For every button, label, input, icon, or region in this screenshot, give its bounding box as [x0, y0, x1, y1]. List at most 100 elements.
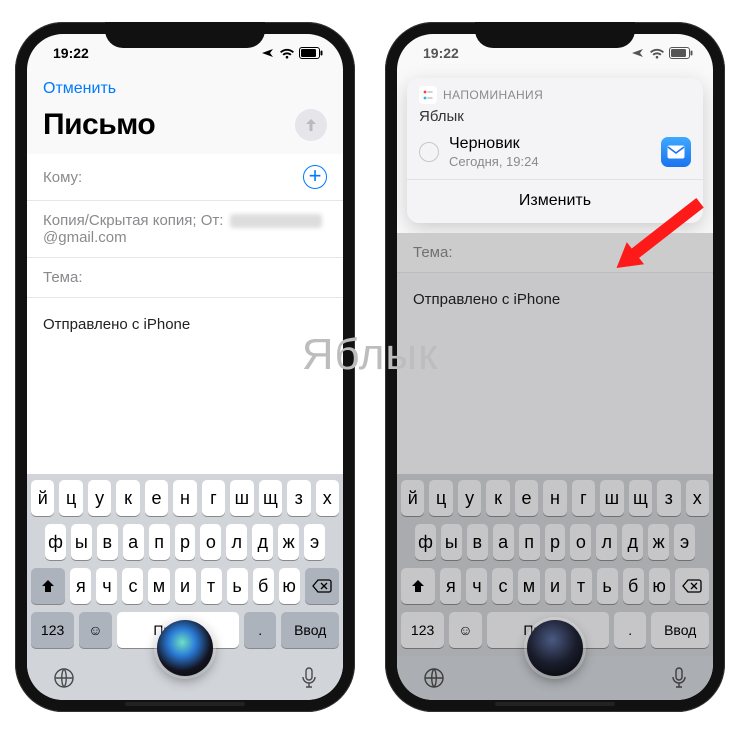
body-area[interactable]: Отправлено с iPhone: [397, 273, 713, 474]
cc-field[interactable]: Копия/Скрытая копия; От: @gmail.com: [27, 201, 343, 258]
key-row-3: ячсмитьбю: [31, 568, 339, 604]
backspace-key[interactable]: [305, 568, 339, 604]
numeric-key[interactable]: 123: [401, 612, 444, 648]
key-я[interactable]: я: [70, 568, 91, 604]
key-ц[interactable]: ц: [59, 480, 82, 516]
reminder-notification[interactable]: НАПОМИНАНИЯ Яблык Черновик Сегодня, 19:2…: [407, 78, 703, 223]
siri-orb[interactable]: [527, 620, 583, 676]
key-д[interactable]: д: [252, 524, 273, 560]
key-а[interactable]: а: [123, 524, 144, 560]
key-з[interactable]: з: [657, 480, 680, 516]
send-button[interactable]: [295, 109, 327, 141]
battery-icon: [669, 47, 693, 59]
key-ч[interactable]: ч: [466, 568, 487, 604]
key-в[interactable]: в: [97, 524, 118, 560]
key-г[interactable]: г: [572, 480, 595, 516]
key-й[interactable]: й: [401, 480, 424, 516]
key-т[interactable]: т: [201, 568, 222, 604]
siri-orb[interactable]: [157, 620, 213, 676]
key-м[interactable]: м: [518, 568, 539, 604]
emoji-key[interactable]: ☺: [79, 612, 111, 648]
enter-key[interactable]: Ввод: [651, 612, 709, 648]
key-р[interactable]: р: [545, 524, 566, 560]
key-о[interactable]: о: [570, 524, 591, 560]
key-к[interactable]: к: [486, 480, 509, 516]
complete-radio[interactable]: [419, 142, 439, 162]
dot-key[interactable]: .: [244, 612, 276, 648]
globe-key[interactable]: [53, 667, 75, 689]
home-indicator[interactable]: [125, 702, 245, 706]
key-и[interactable]: и: [175, 568, 196, 604]
key-ж[interactable]: ж: [278, 524, 299, 560]
key-ь[interactable]: ь: [597, 568, 618, 604]
key-д[interactable]: д: [622, 524, 643, 560]
emoji-key[interactable]: ☺: [449, 612, 481, 648]
key-щ[interactable]: щ: [629, 480, 652, 516]
dictation-key[interactable]: [671, 667, 687, 689]
globe-key[interactable]: [423, 667, 445, 689]
key-ь[interactable]: ь: [227, 568, 248, 604]
notification-item[interactable]: Черновик Сегодня, 19:24: [407, 131, 703, 179]
key-щ[interactable]: щ: [259, 480, 282, 516]
key-о[interactable]: о: [200, 524, 221, 560]
backspace-key[interactable]: [675, 568, 709, 604]
key-ц[interactable]: ц: [429, 480, 452, 516]
key-х[interactable]: х: [686, 480, 709, 516]
key-н[interactable]: н: [543, 480, 566, 516]
key-и[interactable]: и: [545, 568, 566, 604]
key-к[interactable]: к: [116, 480, 139, 516]
key-ш[interactable]: ш: [600, 480, 623, 516]
shift-key[interactable]: [401, 568, 435, 604]
key-у[interactable]: у: [88, 480, 111, 516]
key-п[interactable]: п: [519, 524, 540, 560]
key-ы[interactable]: ы: [71, 524, 92, 560]
key-н[interactable]: н: [173, 480, 196, 516]
key-ф[interactable]: ф: [45, 524, 66, 560]
key-е[interactable]: е: [515, 480, 538, 516]
add-contact-button[interactable]: +: [303, 165, 327, 189]
key-т[interactable]: т: [571, 568, 592, 604]
key-ю[interactable]: ю: [279, 568, 300, 604]
key-ы[interactable]: ы: [441, 524, 462, 560]
key-э[interactable]: э: [674, 524, 695, 560]
key-ю[interactable]: ю: [649, 568, 670, 604]
dot-key[interactable]: .: [614, 612, 646, 648]
key-ф[interactable]: ф: [415, 524, 436, 560]
key-б[interactable]: б: [623, 568, 644, 604]
dictation-key[interactable]: [301, 667, 317, 689]
key-п[interactable]: п: [149, 524, 170, 560]
numeric-key[interactable]: 123: [31, 612, 74, 648]
redacted-email: [230, 214, 322, 228]
subject-field[interactable]: Тема:: [27, 258, 343, 298]
key-р[interactable]: р: [175, 524, 196, 560]
key-м[interactable]: м: [148, 568, 169, 604]
phone-right: 19:22 НАПОМИНАНИЯ Яблык: [385, 22, 725, 712]
enter-key[interactable]: Ввод: [281, 612, 339, 648]
key-г[interactable]: г: [202, 480, 225, 516]
key-с[interactable]: с: [122, 568, 143, 604]
key-с[interactable]: с: [492, 568, 513, 604]
cancel-button[interactable]: Отменить: [43, 80, 116, 98]
body-area[interactable]: Отправлено с iPhone: [27, 298, 343, 474]
key-ш[interactable]: ш: [230, 480, 253, 516]
mail-app-icon[interactable]: [661, 137, 691, 167]
key-л[interactable]: л: [226, 524, 247, 560]
home-indicator[interactable]: [495, 702, 615, 706]
key-л[interactable]: л: [596, 524, 617, 560]
key-а[interactable]: а: [493, 524, 514, 560]
notch: [475, 22, 635, 48]
key-э[interactable]: э: [304, 524, 325, 560]
key-ж[interactable]: ж: [648, 524, 669, 560]
key-б[interactable]: б: [253, 568, 274, 604]
body-signature: Отправлено с iPhone: [413, 291, 560, 308]
shift-key[interactable]: [31, 568, 65, 604]
key-е[interactable]: е: [145, 480, 168, 516]
key-й[interactable]: й: [31, 480, 54, 516]
key-у[interactable]: у: [458, 480, 481, 516]
to-field[interactable]: Кому: +: [27, 154, 343, 201]
key-ч[interactable]: ч: [96, 568, 117, 604]
key-в[interactable]: в: [467, 524, 488, 560]
key-я[interactable]: я: [440, 568, 461, 604]
key-з[interactable]: з: [287, 480, 310, 516]
key-х[interactable]: х: [316, 480, 339, 516]
